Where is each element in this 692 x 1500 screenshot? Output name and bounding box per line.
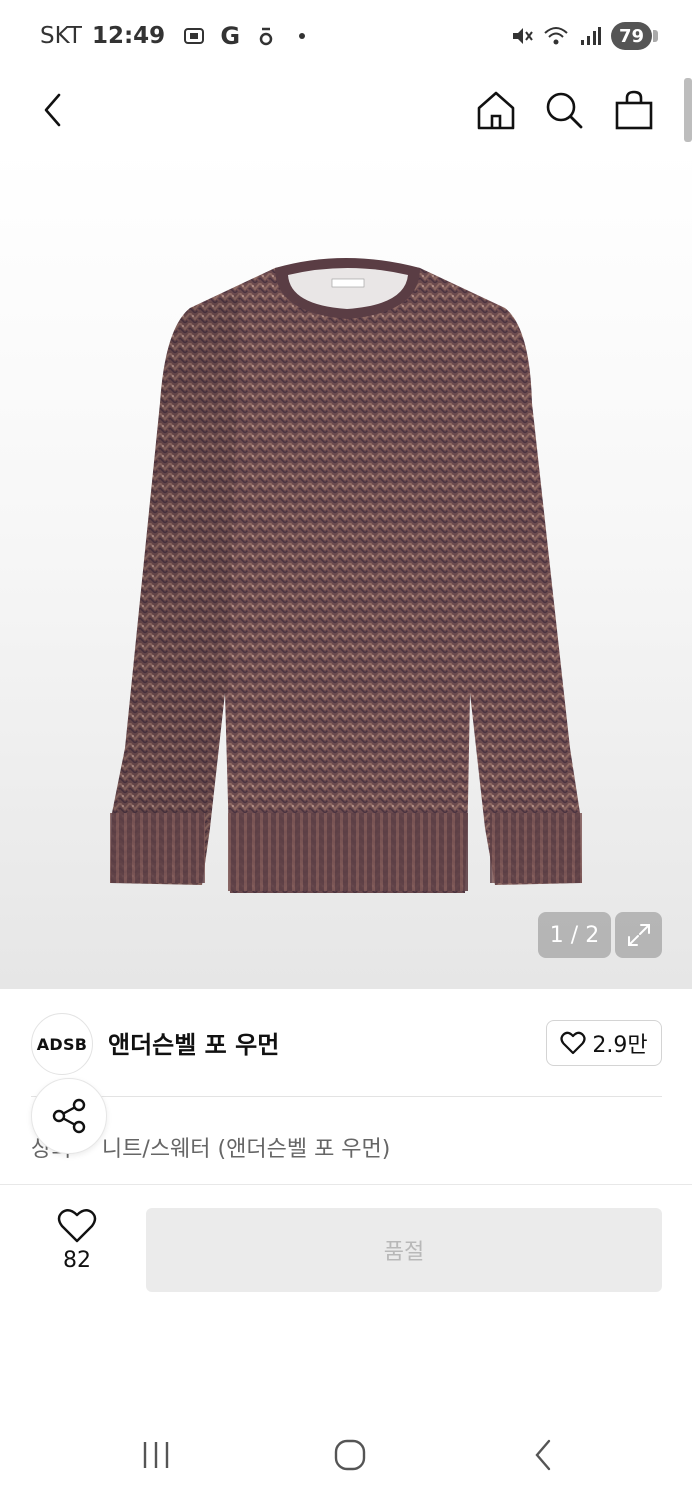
chevron-left-icon (44, 93, 61, 127)
status-bar: SKT 12:49 G 79 (0, 0, 692, 72)
search-icon (546, 92, 583, 129)
clock: 12:49 (91, 23, 166, 49)
shopping-bag-icon (615, 90, 653, 130)
expand-image-button[interactable] (615, 912, 662, 958)
recent-apps-icon (143, 1442, 169, 1468)
wishlist-button[interactable]: 82 (44, 1208, 110, 1273)
search-button[interactable] (538, 84, 590, 136)
brand-like-count: 2.9만 (592, 1033, 648, 1058)
product-image-gallery[interactable]: 1 / 2 (0, 148, 692, 989)
brand-row: ADSB 앤더슨벨 포 우먼 2.9만 (0, 989, 692, 1097)
divider (0, 1184, 692, 1185)
recent-apps-button[interactable] (126, 1430, 186, 1480)
breadcrumb-item-knit[interactable]: 니트/스웨터 (앤더슨벨 포 우먼) (102, 1131, 390, 1163)
screenshot-icon (181, 23, 207, 49)
back-button[interactable] (28, 84, 80, 136)
chevron-left-icon (535, 1439, 551, 1471)
wishlist-count: 82 (63, 1248, 91, 1273)
status-left: SKT 12:49 G (40, 22, 315, 50)
home-system-button[interactable] (320, 1430, 380, 1480)
home-button[interactable] (470, 84, 522, 136)
top-nav (0, 72, 692, 148)
carrier-label: SKT (40, 23, 82, 49)
share-icon (52, 1098, 86, 1134)
wifi-icon (543, 23, 569, 49)
sold-out-button[interactable]: 품절 (146, 1208, 662, 1292)
image-counter: 1 / 2 (538, 912, 611, 958)
status-right: 79 (509, 22, 659, 50)
share-button[interactable] (31, 1078, 107, 1154)
heart-outline-icon (57, 1209, 97, 1243)
notification-icon (253, 23, 279, 49)
product-image-sweater (110, 258, 582, 893)
system-navigation-bar (0, 1412, 692, 1500)
dot-icon (289, 23, 315, 49)
back-system-button[interactable] (514, 1430, 574, 1480)
home-icon (477, 91, 515, 130)
brand-like-button[interactable]: 2.9만 (546, 1020, 662, 1066)
scroll-indicator[interactable] (684, 78, 692, 142)
brand-name-link[interactable]: 앤더슨벨 포 우먼 (108, 1025, 279, 1060)
signal-icon (577, 23, 603, 49)
brand-logo[interactable]: ADSB (31, 1013, 93, 1075)
home-circle-icon (334, 1439, 366, 1471)
heart-outline-icon (560, 1031, 586, 1055)
g-app-icon: G (220, 22, 241, 50)
cart-button[interactable] (608, 84, 660, 136)
mute-icon (509, 23, 535, 49)
expand-icon (627, 924, 650, 946)
divider (31, 1096, 662, 1097)
battery-indicator: 79 (610, 22, 659, 50)
